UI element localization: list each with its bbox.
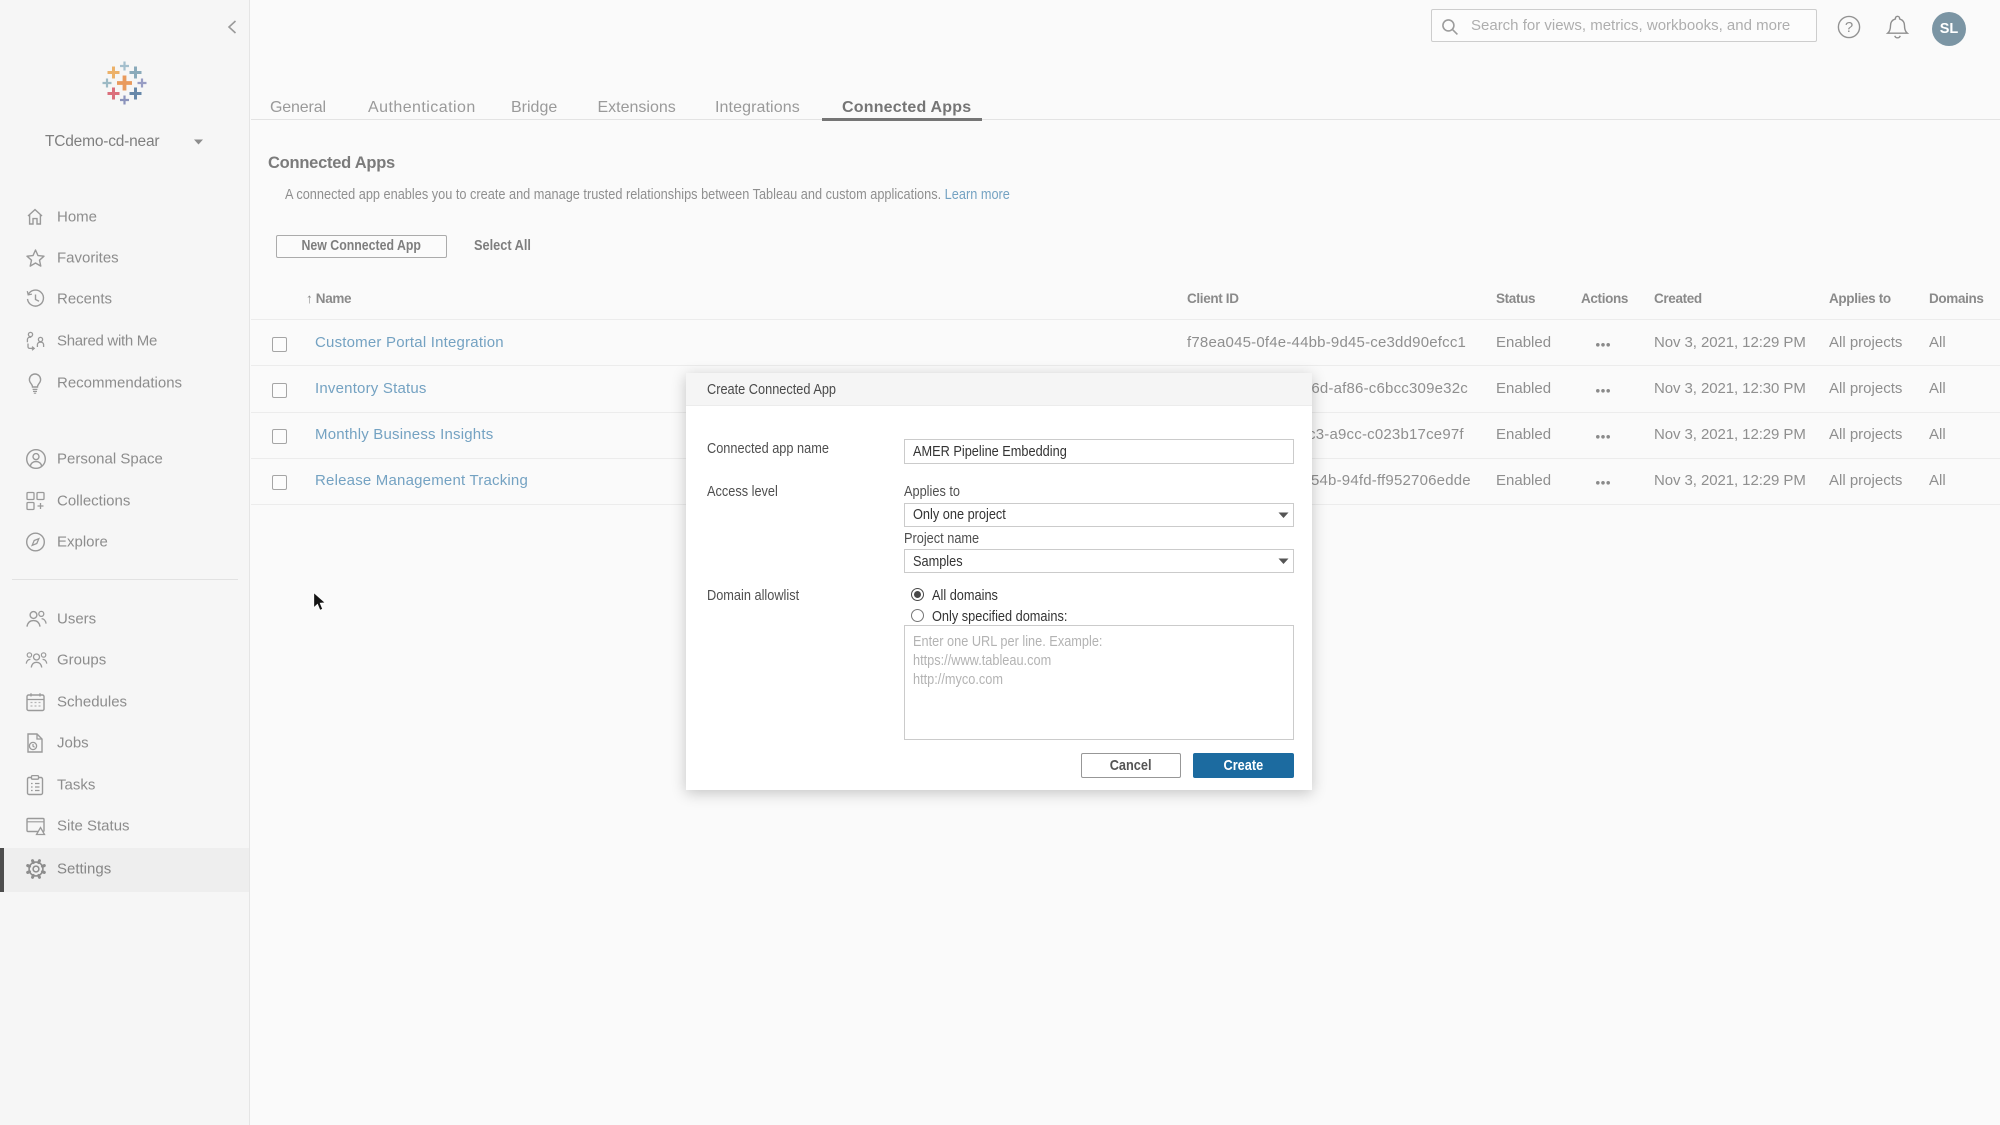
svg-text:?: ? xyxy=(1845,19,1853,36)
